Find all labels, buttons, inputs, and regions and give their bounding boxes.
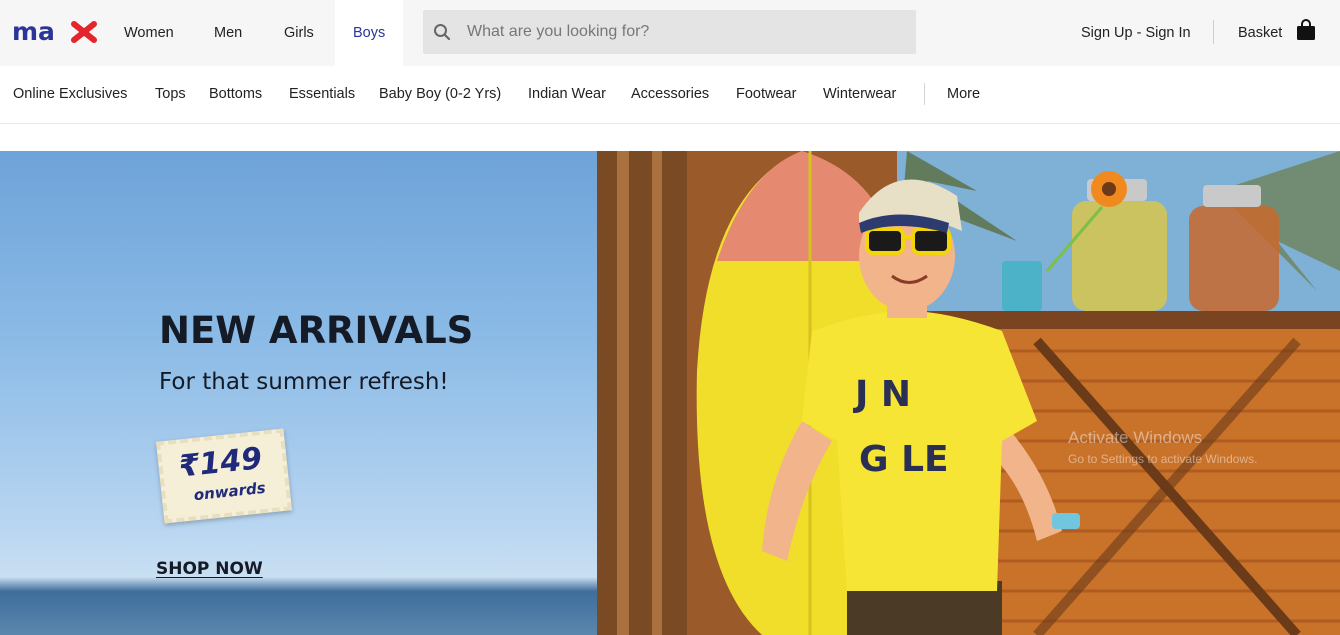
subnav-winterwear[interactable]: Winterwear xyxy=(823,66,896,124)
subnav-bottoms[interactable]: Bottoms xyxy=(209,66,262,124)
logo-x-mark xyxy=(71,21,97,43)
hero-photo-illustration: J N G LE xyxy=(597,151,1340,635)
price-suffix: onwards xyxy=(192,478,267,505)
search-input[interactable] xyxy=(467,10,907,54)
shirt-letters-bottom: G LE xyxy=(859,439,949,480)
windows-watermark-subtitle: Go to Settings to activate Windows. xyxy=(1068,452,1258,466)
max-logo[interactable]: ma xyxy=(12,18,100,46)
search-box[interactable] xyxy=(423,10,916,54)
sub-navigation: Online Exclusives Tops Bottoms Essential… xyxy=(0,66,1340,124)
shirt-letters-top: J N xyxy=(852,374,911,415)
signin-link[interactable]: Sign Up - Sign In xyxy=(1081,0,1191,66)
top-header: ma Women Men Girls Boys Sign Up - Sign I… xyxy=(0,0,1340,66)
nav-men[interactable]: Men xyxy=(196,0,260,66)
price-value: ₹149 xyxy=(177,441,264,485)
subnav-essentials[interactable]: Essentials xyxy=(289,66,355,124)
basket-bag-icon[interactable] xyxy=(1296,19,1316,41)
hero-headline: NEW ARRIVALS xyxy=(159,309,474,352)
nav-women[interactable]: Women xyxy=(106,0,192,66)
basket-link[interactable]: Basket xyxy=(1238,0,1282,66)
subnav-more[interactable]: More xyxy=(947,66,980,124)
nav-girls[interactable]: Girls xyxy=(266,0,332,66)
subnav-online-exclusives[interactable]: Online Exclusives xyxy=(13,66,127,124)
nav-boys[interactable]: Boys xyxy=(335,0,404,66)
subnav-baby-boy[interactable]: Baby Boy (0-2 Yrs) xyxy=(379,66,501,124)
hero-photo: J N G LE xyxy=(597,151,1340,635)
logo-text-ma: ma xyxy=(12,18,55,46)
subnav-indian-wear[interactable]: Indian Wear xyxy=(528,66,606,124)
subnav-divider xyxy=(924,83,925,105)
price-stamp: ₹149 onwards xyxy=(156,428,292,524)
subnav-accessories[interactable]: Accessories xyxy=(631,66,709,124)
header-divider xyxy=(1213,20,1214,44)
subnav-tops[interactable]: Tops xyxy=(155,66,186,124)
shop-now-link[interactable]: SHOP NOW xyxy=(156,559,263,579)
search-icon xyxy=(434,24,451,41)
hero-subline: For that summer refresh! xyxy=(159,369,449,395)
hero-banner[interactable]: NEW ARRIVALS For that summer refresh! ₹1… xyxy=(0,151,1340,635)
windows-watermark-title: Activate Windows xyxy=(1068,428,1203,447)
subnav-footwear[interactable]: Footwear xyxy=(736,66,796,124)
